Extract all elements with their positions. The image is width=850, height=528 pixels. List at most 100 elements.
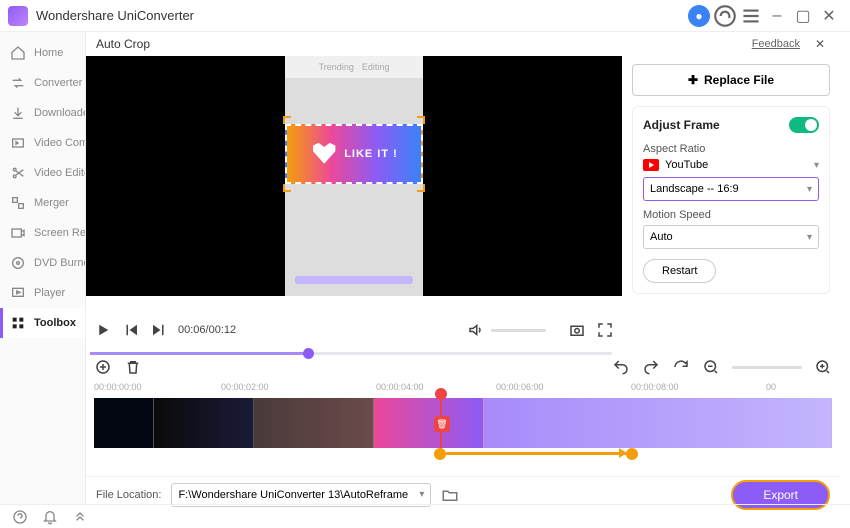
annotation-dot [626, 448, 638, 460]
ruler-mark: 00:00:02:00 [221, 382, 269, 392]
sidebar-item-editor[interactable]: Video Editor [0, 158, 85, 188]
redo-button[interactable] [642, 358, 660, 376]
add-marker-button[interactable] [94, 358, 112, 376]
timeline-tools [86, 352, 840, 382]
sidebar-item-label: Player [34, 287, 65, 299]
zoom-slider[interactable] [732, 366, 802, 369]
support-icon[interactable] [712, 3, 738, 29]
video-progress-track[interactable] [90, 352, 612, 355]
timeline-segment[interactable] [374, 398, 484, 448]
sidebar-item-toolbox[interactable]: Toolbox [0, 308, 85, 338]
timeline-track[interactable]: 🗑 [94, 398, 832, 448]
autocrop-content: TrendingEditing LIKE IT ! ✚ Replace Fil [86, 56, 840, 472]
sidebar-item-label: DVD Burner [34, 257, 85, 269]
timeline-segment[interactable] [154, 398, 254, 448]
restart-button[interactable]: Restart [643, 259, 716, 283]
sidebar-item-label: Home [34, 47, 63, 59]
file-location-input[interactable]: F:\Wondershare UniConverter 13\AutoRefra… [171, 483, 431, 507]
like-text: LIKE IT ! [344, 148, 398, 160]
adjust-frame-toggle[interactable] [789, 117, 819, 133]
timeline-segment[interactable] [484, 398, 832, 448]
undo-button[interactable] [612, 358, 630, 376]
settings-panel: ✚ Replace File Adjust Frame Aspect Ratio… [622, 56, 840, 298]
delete-clip-button[interactable] [124, 358, 142, 376]
chevron-down-icon: ▾ [419, 489, 424, 500]
menu-icon[interactable] [738, 3, 764, 29]
fullscreen-icon[interactable] [596, 321, 614, 339]
replace-file-button[interactable]: ✚ Replace File [632, 64, 830, 96]
preview-tab: Editing [362, 62, 390, 72]
heart-icon [310, 140, 338, 168]
crop-handle-tl[interactable] [283, 116, 291, 124]
motion-speed-select[interactable]: Auto ▾ [643, 225, 819, 249]
notification-icon[interactable] [42, 509, 58, 525]
toolbox-icon [10, 315, 26, 331]
crop-frame[interactable]: Trending Editing LIKE IT ! [285, 56, 423, 296]
refresh-button[interactable] [672, 358, 690, 376]
timeline-segment[interactable] [254, 398, 374, 448]
compressor-icon [10, 135, 26, 151]
video-preview-area: Trending Editing LIKE IT ! [86, 56, 622, 298]
ruler-mark: 00:00:00:00 [94, 382, 142, 392]
motion-speed-value: Auto [650, 231, 673, 243]
maximize-button[interactable]: ▢ [790, 3, 816, 29]
help-icon[interactable] [12, 509, 28, 525]
converter-icon [10, 75, 26, 91]
sidebar-item-recorder[interactable]: Screen Recorder [0, 218, 85, 248]
sidebar-item-label: Screen Recorder [34, 227, 85, 239]
file-location-label: File Location: [96, 489, 161, 501]
disc-icon [10, 255, 26, 271]
app-title: Wondershare UniConverter [36, 8, 686, 23]
annotation-dot [434, 448, 446, 460]
feedback-link[interactable]: Feedback [752, 38, 800, 50]
playback-bar: 00:06/00:12 [86, 308, 622, 352]
volume-slider[interactable] [491, 329, 546, 332]
ruler-mark: 00:00:06:00 [496, 382, 544, 392]
motion-speed-label: Motion Speed [643, 209, 819, 221]
sidebar-item-dvd[interactable]: DVD Burner [0, 248, 85, 278]
plus-icon: ✚ [688, 73, 698, 87]
sidebar-item-downloader[interactable]: Downloader [0, 98, 85, 128]
snapshot-icon[interactable] [568, 321, 586, 339]
preview-progress [295, 276, 413, 284]
next-frame-button[interactable] [150, 321, 168, 339]
close-window-button[interactable]: ✕ [816, 3, 842, 29]
file-location-value: F:\Wondershare UniConverter 13\AutoRefra… [178, 489, 408, 501]
sidebar-item-home[interactable]: Home [0, 38, 85, 68]
crop-handle-br[interactable] [417, 184, 425, 192]
video-preview[interactable]: Trending Editing LIKE IT ! [86, 56, 622, 296]
timeline-segment[interactable] [94, 398, 154, 448]
download-icon [10, 105, 26, 121]
crop-handle-tr[interactable] [417, 116, 425, 124]
sidebar-item-player[interactable]: Player [0, 278, 85, 308]
zoom-out-button[interactable] [702, 358, 720, 376]
ruler-mark: 00:00:08:00 [631, 382, 679, 392]
preview-tab: Trending [319, 62, 354, 72]
ruler-mark: 00 [766, 382, 776, 392]
minimize-button[interactable]: – [764, 3, 790, 29]
player-icon [10, 285, 26, 301]
chevron-down-icon[interactable]: ▾ [814, 160, 819, 171]
browse-folder-button[interactable] [441, 486, 459, 504]
sidebar-item-converter[interactable]: Converter [0, 68, 85, 98]
aspect-ratio-select[interactable]: Landscape -- 16:9 ▾ [643, 177, 819, 201]
crop-handle-bl[interactable] [283, 184, 291, 192]
time-ruler: 00:00:00:00 00:00:02:00 00:00:04:00 00:0… [86, 382, 840, 398]
user-avatar[interactable]: ● [686, 3, 712, 29]
sidebar-item-label: Video Compressor [34, 137, 85, 149]
zoom-in-button[interactable] [814, 358, 832, 376]
prev-frame-button[interactable] [122, 321, 140, 339]
volume-icon[interactable] [467, 321, 485, 339]
sidebar-item-label: Video Editor [34, 167, 85, 179]
play-button[interactable] [94, 321, 112, 339]
sidebar-item-merger[interactable]: Merger [0, 188, 85, 218]
close-panel-button[interactable]: ✕ [810, 34, 830, 54]
sidebar-item-compressor[interactable]: Video Compressor [0, 128, 85, 158]
sidebar-item-label: Converter [34, 77, 82, 89]
autocrop-header: Auto Crop Feedback ✕ [86, 32, 840, 56]
transfer-icon[interactable] [72, 509, 88, 525]
sidebar-item-label: Downloader [34, 107, 85, 119]
delete-marker-icon[interactable]: 🗑 [434, 416, 450, 432]
sidebar: Home Converter Downloader Video Compress… [0, 32, 86, 504]
home-icon [10, 45, 26, 61]
